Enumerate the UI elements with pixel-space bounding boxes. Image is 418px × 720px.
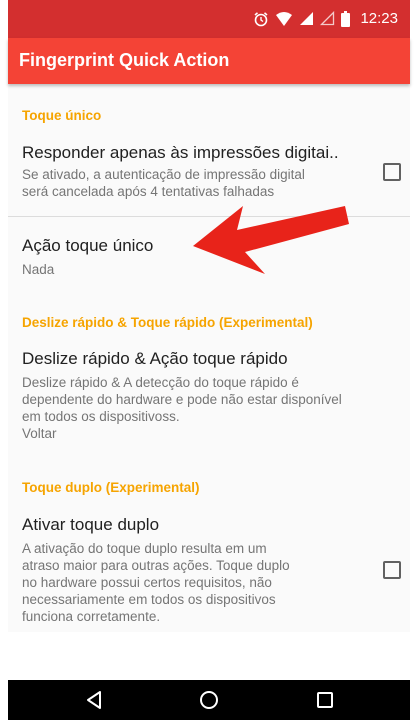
pref-summary-line: Voltar (22, 426, 57, 441)
checkbox-ativar-toque-duplo[interactable] (383, 561, 401, 579)
app-title: Fingerprint Quick Action (19, 50, 230, 70)
pref-deslize-rapido-acao[interactable]: Deslize rápido & Ação toque rápido Desli… (8, 339, 410, 449)
blank-area (8, 632, 410, 680)
phone-screen: 12:23 Fingerprint Quick Action Toque úni… (8, 0, 410, 720)
pref-summary-line: Deslize rápido & A detecção do toque ráp… (22, 375, 299, 390)
section-header-deslize-rapido: Deslize rápido & Toque rápido (Experimen… (22, 315, 313, 330)
signal-icon (299, 11, 314, 26)
status-bar: 12:23 (8, 0, 410, 38)
pref-summary-line: em todos os dispositivoss. (22, 409, 180, 424)
pref-title: Ação toque único (22, 236, 154, 255)
settings-list[interactable]: Toque único Responder apenas às impressõ… (8, 84, 410, 632)
checkbox-responder-impressoes[interactable] (383, 163, 401, 181)
wifi-icon (275, 11, 293, 27)
red-arrow-annotation (193, 206, 349, 274)
battery-icon (341, 10, 351, 27)
pref-summary-line: funciona corretamente. (22, 609, 161, 624)
pref-ativar-toque-duplo[interactable]: Ativar toque duplo A ativação do toque d… (8, 504, 410, 632)
pref-title: Deslize rápido & Ação toque rápido (22, 349, 288, 368)
pref-summary-line: A ativação do toque duplo resulta em um (22, 541, 267, 556)
pref-summary-line: atraso maior para outras ações. Toque du… (22, 558, 290, 573)
pref-summary-line: necessariamente em todos os dispositivos (22, 592, 276, 607)
status-time: 12:23 (360, 10, 398, 27)
section-header-toque-unico: Toque único (22, 108, 102, 123)
home-icon[interactable] (197, 688, 221, 712)
pref-summary-line: dependente do hardware e pode não estar … (22, 392, 342, 407)
app-bar: Fingerprint Quick Action (8, 38, 410, 84)
alarm-icon (253, 11, 269, 27)
pref-title: Ativar toque duplo (22, 515, 160, 534)
signal-empty-icon (320, 11, 335, 26)
pref-summary-line: será cancelada após 4 tentativas falhada… (22, 184, 275, 199)
pref-summary-line: Se ativado, a autenticação de impressão … (22, 167, 305, 182)
pref-title: Responder apenas às impressões digitai.. (22, 143, 339, 162)
section-header-toque-duplo: Toque duplo (Experimental) (22, 480, 200, 495)
navigation-bar (8, 680, 410, 720)
pref-summary-line: no hardware possui certos requisitos, nã… (22, 575, 272, 590)
status-icons: 12:23 (253, 10, 398, 27)
pref-summary: Nada (22, 262, 55, 277)
back-icon[interactable] (82, 688, 106, 712)
recents-icon[interactable] (313, 688, 337, 712)
